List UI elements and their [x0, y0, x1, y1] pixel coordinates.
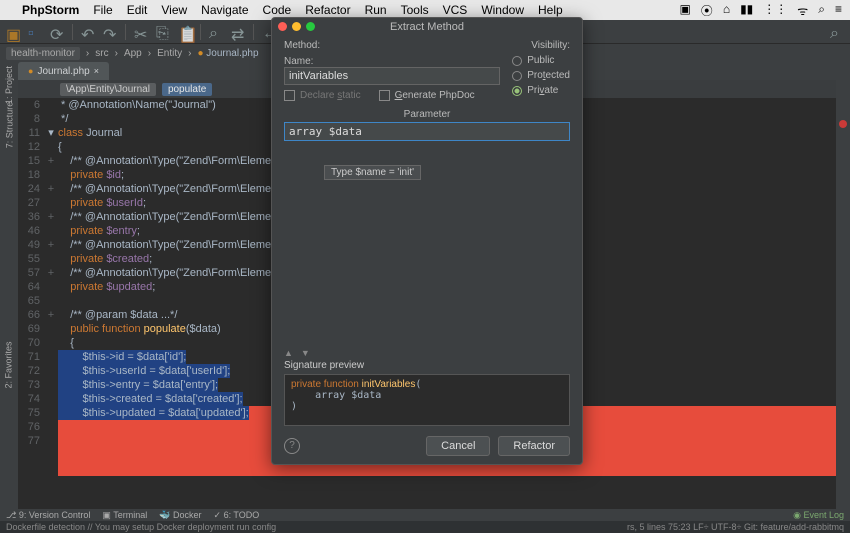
tooltip: Type $name = 'init' [324, 165, 421, 180]
tool-structure[interactable]: 7: Structure [4, 102, 14, 149]
close-icon[interactable]: × [94, 66, 99, 76]
menu-run[interactable]: Run [365, 3, 387, 17]
right-tool-rail [836, 60, 850, 509]
name-label: Name: [284, 56, 313, 67]
paste-icon[interactable]: 📋 [178, 25, 192, 39]
dialog-title: Extract Method [390, 21, 464, 33]
battery-icon[interactable]: ▮▮ [740, 2, 753, 19]
find-icon[interactable]: ⌕ [209, 25, 223, 39]
parameter-input[interactable] [284, 122, 570, 141]
tool-docker[interactable]: 🐳 Docker [159, 510, 201, 521]
parameter-area: Type $name = 'init' [284, 141, 570, 346]
tool-terminal[interactable]: ▣ Terminal [102, 510, 147, 521]
tool-favorites[interactable]: 2: Favorites [4, 341, 14, 388]
path-method[interactable]: populate [162, 83, 212, 96]
radio-public[interactable]: Public [512, 55, 570, 66]
tool-project[interactable]: 1: Project [4, 66, 14, 104]
replace-icon[interactable]: ⇄ [231, 25, 245, 39]
method-label: Method: [284, 40, 320, 51]
event-log[interactable]: ◉ Event Log [793, 510, 844, 521]
error-marker[interactable] [839, 120, 847, 128]
menu-view[interactable]: View [161, 3, 187, 17]
static-checkbox[interactable] [284, 90, 295, 101]
menu-icon[interactable]: ≡ [835, 2, 842, 19]
left-tool-rail: 1: Project 7: Structure 2: Favorites [0, 60, 18, 509]
search-icon[interactable]: ⌕ [818, 2, 825, 19]
menu-code[interactable]: Code [263, 3, 292, 17]
method-name-input[interactable] [284, 67, 500, 85]
parameter-header: Parameter [272, 107, 582, 122]
menu-refactor[interactable]: Refactor [305, 3, 350, 17]
minimize-icon[interactable] [292, 22, 301, 31]
phpdoc-label: Generate PhpDoc [395, 90, 475, 101]
help-icon[interactable]: ? [284, 438, 300, 454]
cut-icon[interactable]: ✂ [134, 25, 148, 39]
status-right: rs, 5 lines 75:23 LF÷ UTF-8÷ Git: featur… [627, 522, 844, 532]
tab-journal[interactable]: ●Journal.php× [18, 62, 109, 80]
menu-window[interactable]: Window [481, 3, 524, 17]
menu-vcs[interactable]: VCS [443, 3, 468, 17]
tray-icon[interactable]: ⋮⋮ [763, 2, 787, 19]
tool-vc[interactable]: ⎇ 9: Version Control [6, 510, 90, 521]
maximize-icon[interactable] [306, 22, 315, 31]
menu-tools[interactable]: Tools [401, 3, 429, 17]
radio-private[interactable]: Private [512, 85, 570, 96]
close-icon[interactable] [278, 22, 287, 31]
menu-navigate[interactable]: Navigate [201, 3, 248, 17]
tray-icon[interactable]: ▣ [679, 2, 690, 19]
tray-icon[interactable]: ⦿ [701, 2, 713, 19]
status-bar: Dockerfile detection // You may setup Do… [0, 521, 850, 533]
crumb-folder[interactable]: App [124, 48, 142, 59]
wifi-icon[interactable]: ᯤ [797, 2, 808, 19]
app-name[interactable]: PhpStorm [22, 3, 79, 17]
tool-todo[interactable]: ✓ 6: TODO [214, 510, 260, 521]
search-icon[interactable]: ⌕ [830, 25, 844, 39]
copy-icon[interactable]: ⎘ [156, 25, 170, 39]
sync-icon[interactable]: ⟳ [50, 25, 64, 39]
phpdoc-checkbox[interactable] [379, 90, 390, 101]
crumb-project[interactable]: health-monitor [6, 47, 80, 60]
tool-window-bar: ⎇ 9: Version Control ▣ Terminal 🐳 Docker… [0, 509, 850, 521]
menu-help[interactable]: Help [538, 3, 563, 17]
dialog-title-bar[interactable]: Extract Method [272, 18, 582, 36]
path-namespace[interactable]: \App\Entity\Journal [60, 83, 156, 96]
menu-file[interactable]: File [93, 3, 112, 17]
open-icon[interactable]: ▣ [6, 25, 20, 39]
undo-icon[interactable]: ↶ [81, 25, 95, 39]
visibility-label: Visibility: [531, 40, 570, 51]
radio-protected[interactable]: Protected [512, 70, 570, 81]
crumb-folder[interactable]: src [95, 48, 108, 59]
cancel-button[interactable]: Cancel [426, 436, 490, 456]
status-message: Dockerfile detection // You may setup Do… [6, 522, 276, 532]
tray-icon[interactable]: ⌂ [723, 2, 730, 19]
save-icon[interactable]: ▫ [28, 25, 42, 39]
static-label: Declare static [300, 90, 361, 101]
menu-edit[interactable]: Edit [127, 3, 148, 17]
crumb-folder[interactable]: Entity [157, 48, 182, 59]
redo-icon[interactable]: ↷ [103, 25, 117, 39]
crumb-file[interactable]: ● Journal.php [197, 48, 258, 59]
refactor-button[interactable]: Refactor [498, 436, 570, 456]
